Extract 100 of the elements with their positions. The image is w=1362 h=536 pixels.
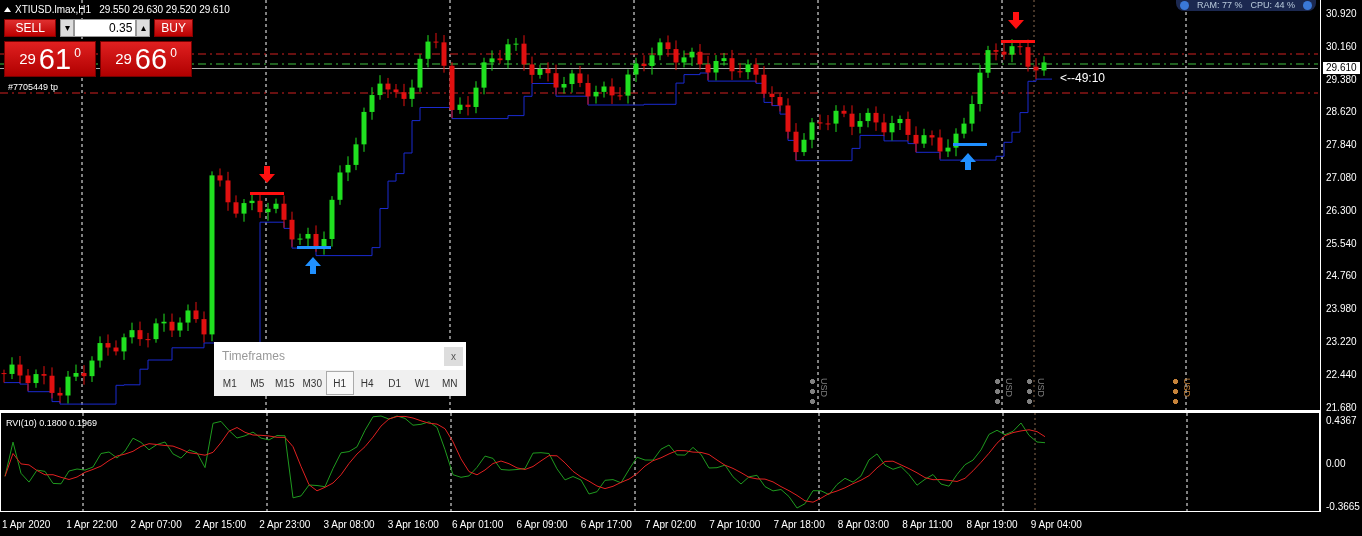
- event-currency: USD: [1004, 378, 1013, 399]
- timeframe-tab[interactable]: MN: [436, 371, 464, 395]
- timeframe-tab[interactable]: M15: [271, 371, 299, 395]
- up-arrow-icon: [960, 153, 976, 170]
- axis-label: 7 Apr 10:00: [708, 517, 762, 532]
- candle: [465, 95, 471, 116]
- order-label: #7705449 tp: [8, 81, 59, 94]
- timeframe-tab[interactable]: W1: [408, 371, 436, 395]
- timeframe-tab[interactable]: H4: [353, 371, 381, 395]
- candle: [729, 49, 735, 81]
- candle: [57, 387, 63, 404]
- candle: [481, 57, 487, 95]
- candle: [929, 130, 935, 146]
- timeframe-tab[interactable]: D1: [381, 371, 409, 395]
- candle: [513, 37, 519, 52]
- signal-line: [250, 192, 284, 195]
- ram-usage: RAM: 77 %: [1196, 0, 1243, 11]
- candle: [161, 313, 167, 333]
- pin-icon[interactable]: [1179, 1, 1189, 10]
- candle: [873, 105, 879, 132]
- axis-label: 0.00: [1326, 458, 1347, 469]
- candle: [225, 171, 231, 212]
- candle: [497, 49, 503, 65]
- candle: [369, 86, 375, 121]
- candle: [25, 368, 31, 392]
- candle: [561, 76, 567, 95]
- candle: [89, 355, 95, 383]
- candle: [849, 104, 855, 136]
- candle: [105, 333, 111, 357]
- signal-line: [953, 143, 987, 146]
- candle: [617, 86, 623, 101]
- candle: [601, 81, 607, 99]
- candle: [1017, 41, 1023, 56]
- candle: [385, 77, 391, 99]
- close-button[interactable]: x: [444, 346, 463, 366]
- candle: [417, 53, 423, 93]
- candle: [169, 313, 175, 338]
- candle: [545, 61, 551, 82]
- candle: [321, 231, 327, 256]
- candle: [393, 83, 399, 99]
- candle: [897, 114, 903, 131]
- candle: [433, 32, 439, 49]
- timeframe-tab[interactable]: H1: [326, 371, 354, 395]
- candle: [281, 195, 287, 229]
- panel-title: Timeframes: [221, 348, 285, 365]
- candle: [249, 192, 255, 211]
- axis-label: 24.760: [1326, 270, 1358, 282]
- axis-label: 26.300: [1326, 204, 1358, 216]
- candle: [913, 125, 919, 153]
- axis-label: 27.840: [1326, 139, 1358, 151]
- candle: [745, 59, 751, 80]
- axis-label: 2 Apr 07:00: [129, 517, 183, 532]
- axis-label: 9 Apr 04:00: [1029, 517, 1083, 532]
- candle: [881, 113, 887, 137]
- candle: [457, 96, 463, 115]
- candle: [769, 85, 775, 107]
- candle: [153, 318, 159, 344]
- decrease-button[interactable]: ▾: [60, 19, 75, 37]
- candle: [641, 54, 647, 72]
- signal-line: [1001, 40, 1035, 43]
- axis-label: 3 Apr 08:00: [322, 517, 376, 532]
- increase-button[interactable]: ▴: [136, 19, 151, 37]
- axis-label: 0.4367: [1326, 415, 1358, 426]
- candle: [577, 65, 583, 88]
- timeframe-tab[interactable]: M30: [298, 371, 326, 395]
- candle: [937, 129, 943, 160]
- candle: [113, 339, 119, 356]
- candle: [753, 57, 759, 84]
- candle: [841, 104, 847, 118]
- candle: [985, 45, 991, 79]
- timeframe-tab[interactable]: M1: [216, 371, 244, 395]
- candle: [553, 64, 559, 95]
- candle: [345, 155, 351, 182]
- candle: [489, 49, 495, 72]
- candle: [705, 55, 711, 81]
- collapse-icon[interactable]: [4, 7, 11, 12]
- candle: [313, 224, 319, 253]
- sell-button[interactable]: SELL: [4, 19, 57, 37]
- candle: [121, 333, 127, 361]
- candle: [801, 132, 807, 157]
- lot-size-field[interactable]: 0.35: [74, 19, 137, 37]
- timeframe-tab[interactable]: M5: [243, 371, 271, 395]
- candle: [833, 104, 839, 133]
- candle: [129, 322, 135, 344]
- candle: [1001, 42, 1007, 61]
- axis-label: 8 Apr 11:00: [901, 517, 954, 532]
- candle: [441, 34, 447, 74]
- candle: [609, 77, 615, 105]
- axis-label: 7 Apr 18:00: [772, 517, 826, 532]
- cpu-usage: CPU: 44 %: [1250, 0, 1295, 11]
- candle: [673, 39, 679, 71]
- candle: [49, 366, 55, 399]
- candle: [865, 107, 871, 128]
- axis-label: 23.980: [1326, 303, 1358, 315]
- candle: [977, 64, 983, 112]
- axis-label: -0.3665: [1326, 501, 1361, 512]
- buy-button[interactable]: BUY: [154, 19, 193, 37]
- candle: [537, 64, 543, 80]
- candle: [73, 364, 79, 382]
- candle: [41, 365, 47, 385]
